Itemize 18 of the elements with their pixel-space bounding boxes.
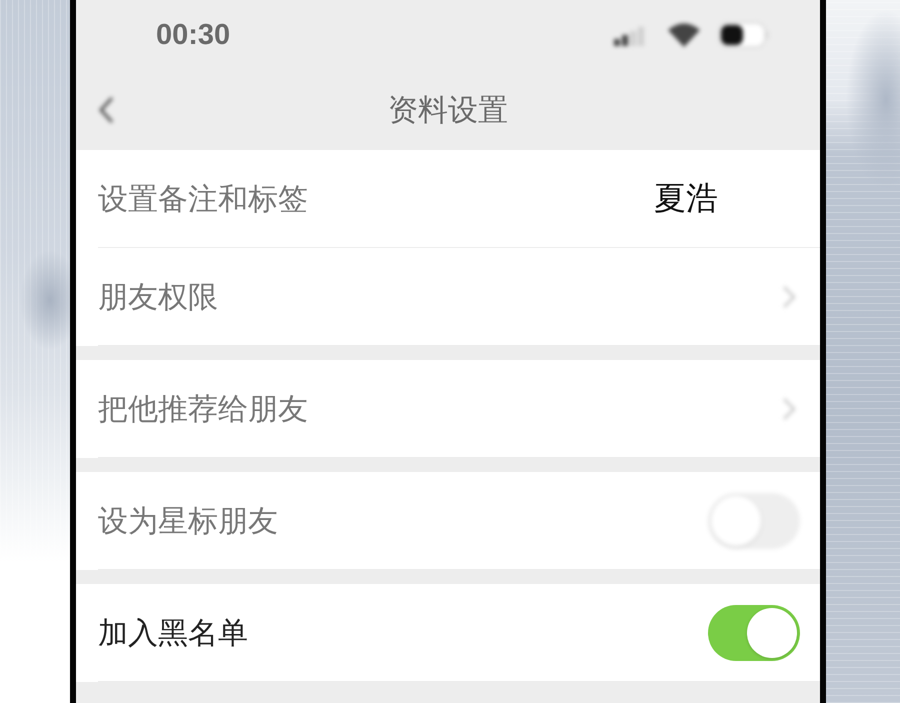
page-title: 资料设置 (388, 92, 508, 128)
setting-label: 把他推荐给朋友 (98, 392, 308, 428)
back-icon[interactable] (98, 96, 114, 124)
settings-row[interactable]: 设为星标朋友 (76, 472, 820, 570)
settings-row[interactable]: 把他推荐给朋友 (76, 360, 820, 458)
setting-label: 设为星标朋友 (98, 504, 278, 540)
status-time: 00:30 (156, 18, 230, 52)
setting-label: 朋友权限 (98, 280, 218, 316)
chevron-right-icon (782, 397, 796, 421)
settings-row[interactable]: 朋友权限 (76, 248, 820, 346)
setting-label: 加入黑名单 (98, 616, 248, 652)
battery-icon (718, 22, 770, 48)
wifi-icon (668, 23, 700, 47)
settings-row[interactable]: 设置备注和标签 夏浩 (76, 150, 820, 248)
settings-row[interactable]: 加入黑名单 (76, 584, 820, 682)
setting-label: 设置备注和标签 (98, 182, 308, 218)
chevron-right-icon (782, 285, 796, 309)
remark-name-value: 夏浩 (654, 179, 718, 218)
